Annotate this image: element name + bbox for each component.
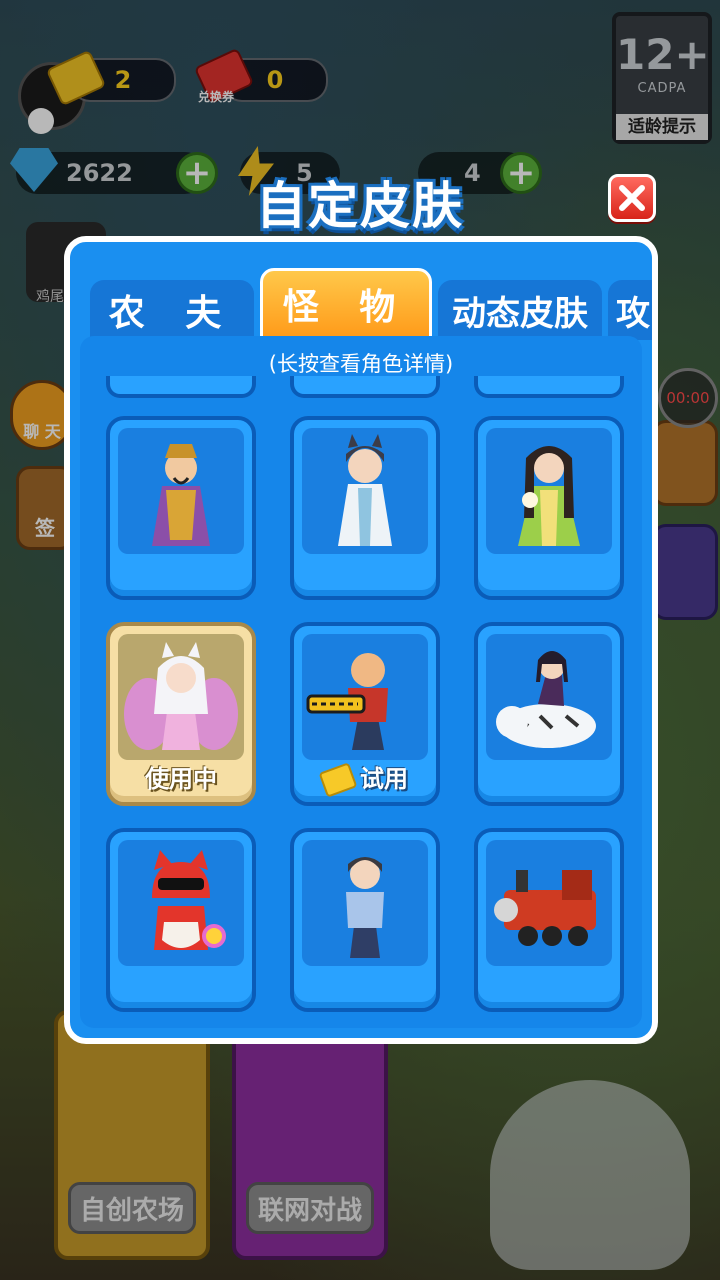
skin-grid-area[interactable]: (长按查看角色详情) 使用中 试用 xyxy=(80,336,642,1028)
skin-card-emperor[interactable] xyxy=(106,416,256,600)
tab-attack-label: 攻 xyxy=(616,293,650,334)
tab-farmer-label: 农 夫 xyxy=(108,293,236,334)
white-robe-cat-girl-icon xyxy=(302,428,428,554)
red-cat-sunglasses-icon xyxy=(118,840,244,966)
skin-card-partial[interactable] xyxy=(290,376,440,398)
chainsaw-man-icon xyxy=(302,634,428,760)
close-button[interactable] xyxy=(608,174,656,222)
cat-girl-on-tiger-icon xyxy=(486,634,612,760)
skin-card-partial[interactable] xyxy=(106,376,256,398)
red-train-icon xyxy=(486,840,612,966)
trial-text: 试用 xyxy=(360,765,408,793)
in-use-label: 使用中 xyxy=(145,765,217,793)
tab-attack[interactable]: 攻 xyxy=(608,280,652,340)
trial-label: 试用 xyxy=(294,759,436,798)
skin-card-partial[interactable] xyxy=(474,376,624,398)
nine-tail-fox-girl-icon xyxy=(118,634,244,760)
tab-farmer[interactable]: 农 夫 xyxy=(90,280,254,340)
tab-animated-skin-label: 动态皮肤 xyxy=(452,293,588,334)
tab-animated-skin[interactable]: 动态皮肤 xyxy=(438,280,602,340)
skin-card-green-dress[interactable] xyxy=(474,416,624,600)
green-dress-lady-icon xyxy=(486,428,612,554)
tab-bar: 农 夫 怪 物 动态皮肤 攻 xyxy=(86,268,652,340)
tab-monster-label: 怪 物 xyxy=(282,287,410,328)
skin-card-chainsaw[interactable]: 试用 xyxy=(290,622,440,806)
tab-monster[interactable]: 怪 物 xyxy=(260,268,432,340)
skin-card-red-cat[interactable] xyxy=(106,828,256,1012)
skin-card-boy[interactable] xyxy=(290,828,440,1012)
close-icon xyxy=(619,185,645,211)
trial-ticket-icon xyxy=(318,762,358,798)
skin-card-train[interactable] xyxy=(474,828,624,1012)
skin-panel: 农 夫 怪 物 动态皮肤 攻 (长按查看角色详情) 使用中 试用 xyxy=(64,236,658,1044)
grey-hair-boy-icon xyxy=(302,840,428,966)
skin-card-tiger-rider[interactable] xyxy=(474,622,624,806)
skin-card-fox-girl[interactable]: 使用中 xyxy=(106,622,256,806)
emperor-icon xyxy=(118,428,244,554)
hint-text: (长按查看角色详情) xyxy=(268,352,454,376)
skin-card-white-robe[interactable] xyxy=(290,416,440,600)
